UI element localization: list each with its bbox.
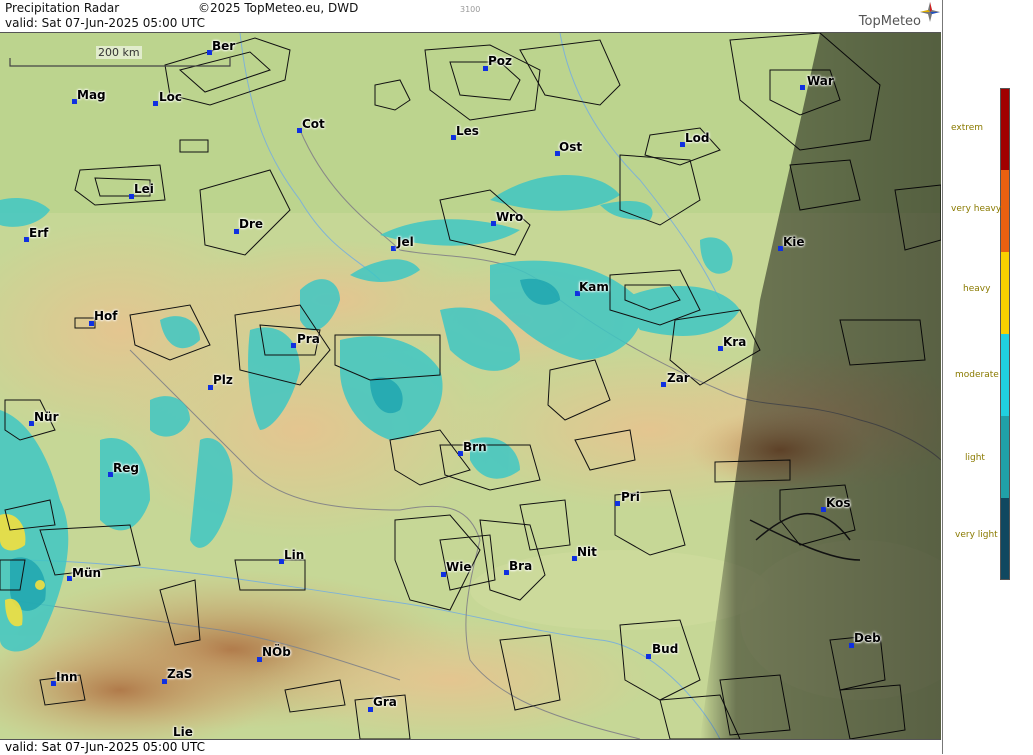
city-label: Kam: [579, 280, 609, 294]
city-label: Les: [456, 124, 479, 138]
city-label: Poz: [488, 54, 513, 68]
legend-label-extrem: extrem: [951, 123, 984, 133]
legend: extrem very heavy heavy moderate light v…: [942, 0, 1033, 754]
city-label: Dre: [239, 217, 264, 231]
city-label: Lod: [685, 131, 710, 145]
copyright: ©2025 TopMeteo.eu, DWD: [198, 1, 359, 15]
terrain-layer: [0, 33, 941, 739]
city-label: Mag: [77, 88, 106, 102]
footer: valid: Sat 07-Jun-2025 05:00 UTC: [0, 739, 941, 755]
city-label: Pra: [297, 332, 320, 346]
city-label: Loc: [159, 90, 183, 104]
valid-time: valid: Sat 07-Jun-2025 05:00 UTC: [5, 16, 205, 30]
city-label: Brn: [463, 440, 487, 454]
city-label: Bra: [509, 559, 533, 573]
city-label: Deb: [854, 631, 881, 645]
city-label: Reg: [113, 461, 139, 475]
city-label: War: [807, 74, 834, 88]
city-label: Zar: [667, 371, 690, 385]
city-marker: [391, 246, 396, 251]
city-label: Kie: [783, 235, 805, 249]
city-label: NÖb: [262, 645, 291, 659]
legend-label-light: light: [965, 453, 985, 463]
city-label: Cot: [302, 117, 325, 131]
city-marker: [800, 85, 805, 90]
city-label: Jel: [397, 235, 414, 249]
city-label: Lin: [284, 548, 305, 562]
scale-label: 200 km: [96, 46, 142, 59]
city-label: Hof: [94, 309, 118, 323]
topmeteo-logo: TopMeteo: [858, 14, 921, 29]
footer-valid-time: valid: Sat 07-Jun-2025 05:00 UTC: [5, 740, 205, 754]
legend-label-heavy: heavy: [963, 284, 991, 294]
city-label: Wie: [446, 560, 472, 574]
logo-star-icon: [920, 2, 940, 22]
legend-label-moderate: moderate: [955, 370, 999, 380]
legend-label-very-heavy: very heavy: [951, 204, 1002, 214]
city-label: Ost: [559, 140, 583, 154]
city-label: Nit: [577, 545, 597, 559]
city-label: Kos: [826, 496, 851, 510]
city-label: Lei: [134, 182, 154, 196]
city-label: ZaS: [167, 667, 193, 681]
city-label: Nür: [34, 410, 59, 424]
legend-color-bar: [1000, 88, 1010, 580]
city-label: Wro: [496, 210, 524, 224]
city-label: Mün: [72, 566, 102, 580]
city-label: Plz: [213, 373, 233, 387]
city-label: Erf: [29, 226, 49, 240]
city-label: Inn: [56, 670, 78, 684]
city-marker: [615, 501, 620, 506]
city-marker: [661, 382, 666, 387]
city-label: Gra: [373, 695, 397, 709]
title: Precipitation Radar: [5, 1, 120, 15]
code-label: 3100: [460, 5, 481, 14]
city-label: Kra: [723, 335, 747, 349]
radar-map[interactable]: 200 km Ber Poz War Mag Loc Cot Les Lod O…: [0, 33, 941, 739]
city-label: Lie: [173, 725, 193, 739]
city-label: Bud: [652, 642, 679, 656]
header: Precipitation Radar ©2025 TopMeteo.eu, D…: [0, 0, 941, 33]
city-label: Ber: [212, 39, 236, 53]
city-marker: [153, 101, 158, 106]
legend-label-very-light: very light: [955, 530, 998, 540]
city-marker: [291, 343, 296, 348]
city-marker: [646, 654, 651, 659]
city-label: Pri: [621, 490, 640, 504]
